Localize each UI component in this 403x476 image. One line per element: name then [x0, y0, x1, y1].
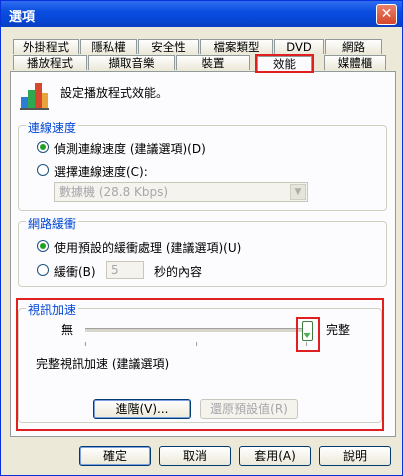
speed-select[interactable]: 數據機 (28.8 Kbps) ▼ [54, 182, 308, 202]
detect-speed-radio[interactable] [37, 141, 49, 153]
detect-speed-label[interactable]: 偵測連線速度 (建議選項)(D) [54, 140, 206, 157]
custom-buffer-label[interactable]: 緩衝(B) [54, 263, 96, 280]
tab-network[interactable]: 網路 [325, 39, 382, 54]
connection-speed-legend: 連線速度 [26, 119, 79, 136]
tab-plugins[interactable]: 外掛程式 [13, 39, 79, 54]
help-button[interactable]: 說明 [319, 446, 391, 466]
default-buffer-label[interactable]: 使用預設的緩衝處理 (建議選項)(U) [54, 239, 241, 256]
title-bar[interactable]: 選項 ✕ [1, 1, 402, 27]
ok-button[interactable]: 確定 [79, 446, 151, 466]
performance-tab-highlight [255, 54, 314, 73]
options-window: 選項 ✕ 外掛程式 隱私權 安全性 檔案類型 DVD 網路 播放程式 擷取音樂 … [0, 0, 403, 476]
speed-select-value: 數據機 (28.8 Kbps) [59, 185, 169, 199]
video-acceleration-highlight [16, 298, 384, 431]
cancel-button[interactable]: 取消 [159, 446, 231, 466]
seconds-label: 秒的內容 [154, 265, 203, 279]
chevron-down-icon[interactable]: ▼ [290, 184, 306, 200]
default-buffer-radio[interactable] [37, 240, 49, 252]
tab-player[interactable]: 播放程式 [13, 55, 87, 70]
performance-bar-chart-icon [20, 83, 49, 110]
tab-dvd[interactable]: DVD [274, 39, 324, 54]
tab-library[interactable]: 媒體櫃 [324, 55, 386, 70]
choose-speed-radio[interactable] [37, 164, 49, 176]
close-icon: ✕ [380, 6, 393, 22]
apply-button[interactable]: 套用(A) [239, 446, 311, 466]
tab-devices[interactable]: 裝置 [176, 55, 250, 70]
choose-speed-label[interactable]: 選擇連線速度(C): [54, 163, 148, 180]
tab-file-types[interactable]: 檔案類型 [200, 39, 273, 54]
buffer-seconds-input[interactable]: 5 [106, 261, 144, 279]
header-text: 設定播放程式效能。 [60, 86, 169, 100]
tab-security[interactable]: 安全性 [138, 39, 199, 54]
buffer-seconds-value: 5 [111, 263, 119, 277]
window-title: 選項 [9, 10, 36, 25]
close-button[interactable]: ✕ [376, 4, 397, 25]
custom-buffer-radio[interactable] [37, 264, 49, 276]
network-buffering-legend: 網路緩衝 [26, 215, 79, 232]
tab-rip-music[interactable]: 擷取音樂 [88, 55, 175, 70]
tab-privacy[interactable]: 隱私權 [80, 39, 137, 54]
